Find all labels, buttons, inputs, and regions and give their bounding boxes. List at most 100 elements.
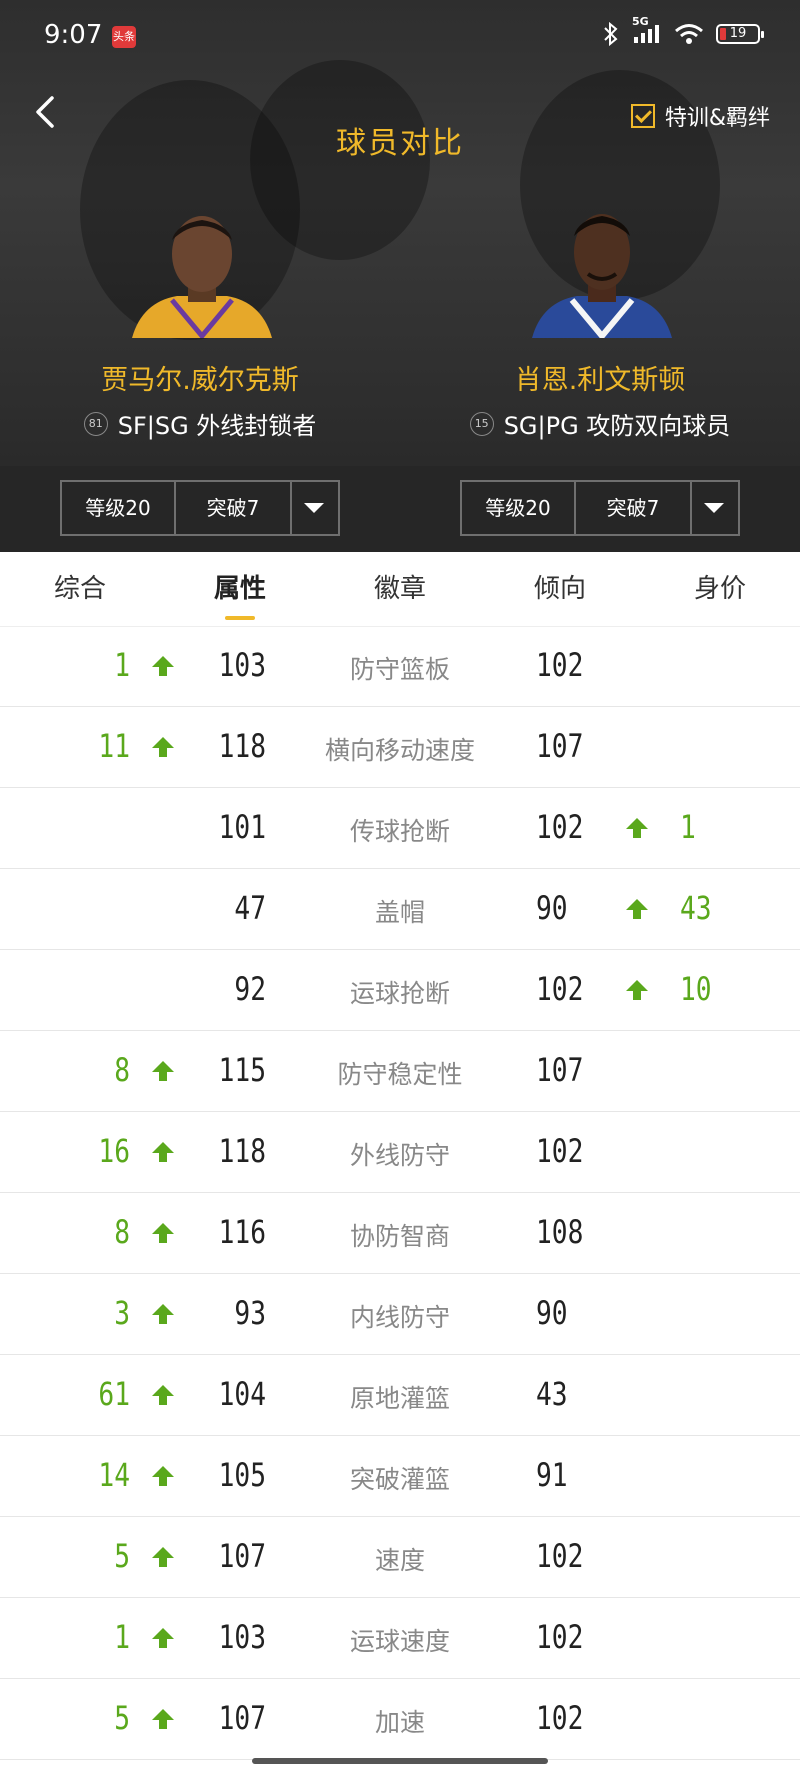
right-attribute-value: 102 (536, 1699, 584, 1737)
player-avatar (132, 216, 272, 338)
attribute-name: 传球抢断 (349, 817, 450, 846)
left-attribute-value: 92 (234, 970, 266, 1008)
right-attribute-value: 107 (536, 1051, 584, 1089)
active-tab-indicator (225, 616, 255, 620)
tab-badges[interactable]: 徽章 (350, 568, 450, 605)
left-attribute-value: 118 (218, 1132, 266, 1170)
right-attribute-value: 90 (536, 889, 568, 927)
network-label: 5G (632, 15, 649, 28)
tab-attributes[interactable]: 属性 (190, 568, 290, 605)
left-advantage-value: 1 (114, 1618, 130, 1656)
left-advantage-value: 14 (98, 1456, 130, 1494)
attribute-row: 14 105 突破灌篮 91 (0, 1436, 800, 1517)
left-attribute-value: 103 (218, 646, 266, 684)
left-attribute-value: 104 (218, 1375, 266, 1413)
right-advantage-value: 10 (680, 970, 712, 1008)
attribute-row: 11 118 横向移动速度 107 (0, 707, 800, 788)
player-info: 15 SG|PG 攻防双向球员 (400, 406, 800, 441)
left-attribute-value: 47 (234, 889, 266, 927)
up-arrow-icon (152, 1223, 174, 1243)
left-attribute-value: 107 (218, 1699, 266, 1737)
up-arrow-icon (152, 737, 174, 757)
bluetooth-icon (604, 22, 618, 46)
right-attribute-value: 90 (536, 1294, 568, 1332)
left-attribute-value: 107 (218, 1537, 266, 1575)
attribute-row: 61 104 原地灌篮 43 (0, 1355, 800, 1436)
left-advantage-value: 3 (114, 1294, 130, 1332)
left-attribute-value: 93 (234, 1294, 266, 1332)
right-attribute-value: 102 (536, 646, 584, 684)
attribute-name: 防守篮板 (349, 655, 450, 684)
up-arrow-icon (152, 1709, 174, 1729)
left-advantage-value: 5 (114, 1699, 130, 1737)
left-attribute-value: 115 (218, 1051, 266, 1089)
attribute-row: 47 盖帽 90 43 (0, 869, 800, 950)
left-advantage-value: 11 (98, 727, 130, 765)
player-position: SG|PG 攻防双向球员 (503, 412, 731, 440)
dropdown-arrow-icon[interactable] (692, 482, 738, 534)
left-advantage-value: 16 (98, 1132, 130, 1170)
left-attribute-value: 118 (218, 727, 266, 765)
breakthrough-selector[interactable]: 突破7 (576, 482, 692, 534)
attribute-row: 5 107 速度 102 (0, 1517, 800, 1598)
left-attribute-value: 101 (218, 808, 266, 846)
attribute-name: 外线防守 (349, 1141, 450, 1170)
up-arrow-icon (152, 1547, 174, 1567)
left-advantage-value: 5 (114, 1537, 130, 1575)
news-app-icon: 头条 (112, 26, 136, 48)
up-arrow-icon (626, 980, 648, 1000)
rating-badge: 15 (469, 411, 494, 436)
attribute-name: 突破灌篮 (349, 1465, 450, 1494)
attribute-row: 8 116 协防智商 108 (0, 1193, 800, 1274)
rating-badge: 81 (83, 411, 108, 436)
left-advantage-value: 8 (114, 1051, 130, 1089)
right-attribute-value: 108 (536, 1213, 584, 1251)
attribute-comparison-list: 1 103 防守篮板 102 11 118 横向移动速度 107 101 传球抢断 102 1 47 盖帽… (0, 626, 800, 1760)
player-name: 贾马尔.威尔克斯 (101, 365, 299, 396)
right-advantage-value: 1 (680, 808, 696, 846)
right-attribute-value: 102 (536, 1132, 584, 1170)
tab-tendencies[interactable]: 倾向 (510, 568, 610, 605)
player-info: 81 SF|SG 外线封锁者 (0, 406, 400, 441)
dropdown-arrow-icon[interactable] (292, 482, 338, 534)
attribute-row: 101 传球抢断 102 1 (0, 788, 800, 869)
player-right-selector: 等级20 突破7 (460, 480, 740, 536)
up-arrow-icon (152, 1142, 174, 1162)
player-left-selector: 等级20 突破7 (60, 480, 340, 536)
attribute-name: 内线防守 (349, 1303, 450, 1332)
wifi-icon (675, 24, 703, 44)
right-attribute-value: 107 (536, 727, 584, 765)
level-selector[interactable]: 等级20 (462, 482, 576, 534)
attribute-row: 3 93 内线防守 90 (0, 1274, 800, 1355)
up-arrow-icon (152, 1466, 174, 1486)
attribute-row: 8 115 防守稳定性 107 (0, 1031, 800, 1112)
up-arrow-icon (152, 1385, 174, 1405)
attribute-name: 运球速度 (349, 1627, 450, 1656)
player-selectors: 等级20 突破7 等级20 突破7 (0, 466, 800, 552)
attribute-row: 92 运球抢断 102 10 (0, 950, 800, 1031)
attribute-name: 运球抢断 (349, 979, 450, 1008)
up-arrow-icon (152, 1628, 174, 1648)
right-attribute-value: 43 (536, 1375, 568, 1413)
home-indicator[interactable] (252, 1758, 548, 1764)
tab-value[interactable]: 身价 (670, 568, 770, 605)
right-attribute-value: 102 (536, 1618, 584, 1656)
attribute-name: 防守稳定性 (337, 1060, 463, 1089)
training-bond-toggle[interactable]: 特训&羁绊 (630, 100, 770, 132)
up-arrow-icon (152, 1061, 174, 1081)
breakthrough-selector[interactable]: 突破7 (176, 482, 292, 534)
left-advantage-value: 8 (114, 1213, 130, 1251)
level-selector[interactable]: 等级20 (62, 482, 176, 534)
player-name: 肖恩.利文斯顿 (514, 365, 686, 396)
left-attribute-value: 103 (218, 1618, 266, 1656)
checkbox-checked-icon[interactable] (630, 104, 655, 128)
right-attribute-value: 102 (536, 970, 584, 1008)
attribute-row: 16 118 外线防守 102 (0, 1112, 800, 1193)
toggle-label: 特训&羁绊 (664, 106, 770, 131)
right-advantage-value: 43 (680, 889, 712, 927)
left-attribute-value: 105 (218, 1456, 266, 1494)
player-position: SF|SG 外线封锁者 (117, 412, 317, 440)
attribute-name: 加速 (374, 1708, 425, 1737)
right-attribute-value: 102 (536, 1537, 584, 1575)
tab-overall[interactable]: 综合 (30, 568, 130, 605)
